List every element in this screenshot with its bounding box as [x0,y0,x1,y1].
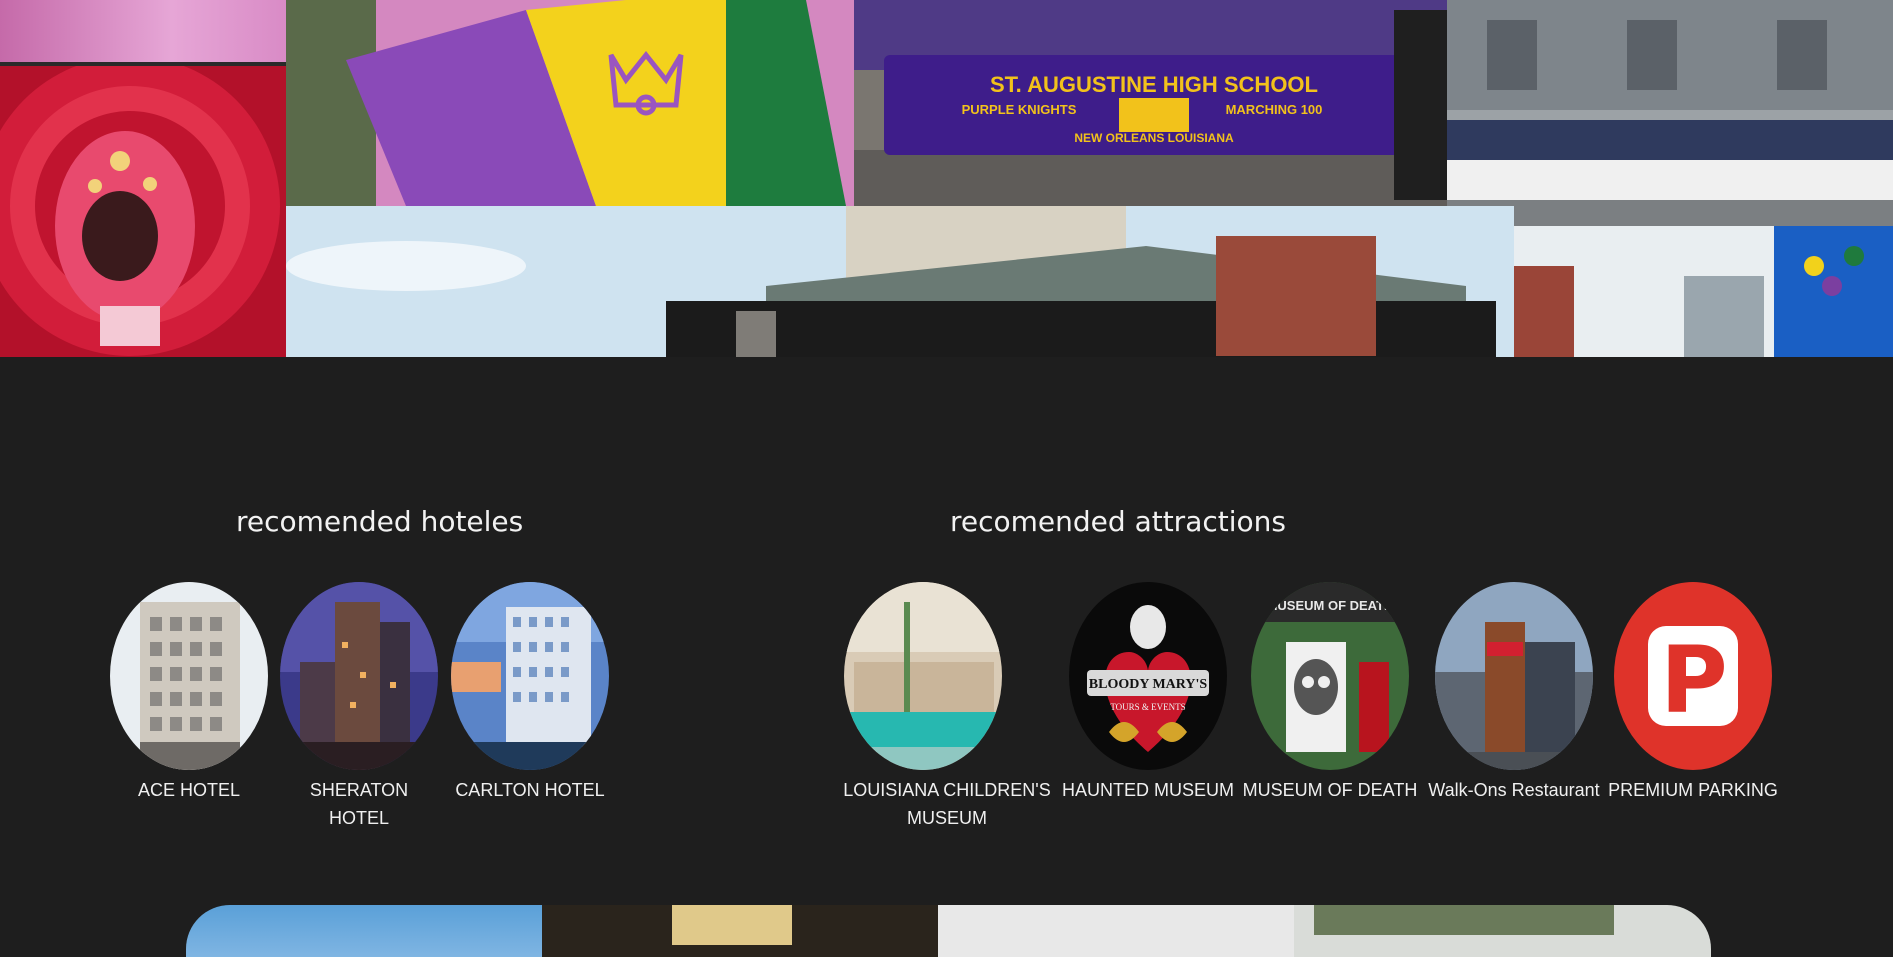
hotel-card-sheraton[interactable]: SHERATON HOTEL [280,582,438,832]
parking-logo[interactable]: P [1614,582,1772,770]
banner-right-text: MARCHING 100 [1226,102,1323,117]
sheraton-hotel-photo[interactable] [280,582,438,770]
hotel-card-ace[interactable]: ACE HOTEL [110,582,268,804]
childrens-museum-photo[interactable] [844,582,1002,770]
banner-bottom-text: NEW ORLEANS LOUISIANA [1074,131,1234,145]
attraction-card-walk-ons[interactable]: Walk-Ons Restaurant [1424,582,1604,804]
gallery-photo [938,905,1294,957]
military-parade-photo [1447,0,1893,226]
museum-sign-text: MUSEUM OF DEATH [1267,598,1394,613]
french-quarter-building-photo [286,206,1514,357]
attraction-label[interactable]: MUSEUM OF DEATH [1242,776,1418,804]
bottom-gallery-strip [186,905,1711,957]
attraction-card-museum-of-death[interactable]: MUSEUM OF DEATH MUSEUM OF DEATH [1242,582,1418,804]
attraction-card-haunted-museum[interactable]: BLOODY MARY'S TOURS & EVENTS HAUNTED MUS… [1060,582,1236,804]
bloody-marys-subtext: TOURS & EVENTS [1110,702,1185,712]
banner-left-text: PURPLE KNIGHTS [962,102,1077,117]
attraction-card-childrens-museum[interactable]: LOUISIANA CHILDREN'S MUSEUM [838,582,1056,832]
bloody-marys-text: BLOODY MARY'S [1089,677,1208,692]
ace-hotel-photo[interactable] [110,582,268,770]
museum-of-death-photo[interactable]: MUSEUM OF DEATH [1251,582,1409,770]
hero-collage: ST. AUGUSTINE HIGH SCHOOL PURPLE KNIGHTS… [0,0,1893,357]
attraction-label[interactable]: HAUNTED MUSEUM [1060,776,1236,804]
hotel-label[interactable]: CARLTON HOTEL [451,776,609,804]
mardi-gras-flag-photo [286,0,854,206]
gallery-photo [1294,905,1711,957]
gallery-photo [186,905,542,957]
pink-texture-photo [0,0,286,62]
recommended-hotels-heading: recomended hoteles [236,505,524,538]
carlton-hotel-photo[interactable] [451,582,609,770]
bloody-marys-logo[interactable]: BLOODY MARY'S TOURS & EVENTS [1069,582,1227,770]
hotel-label[interactable]: ACE HOTEL [110,776,268,804]
attraction-label[interactable]: LOUISIANA CHILDREN'S MUSEUM [838,776,1056,832]
parking-letter: P [1660,627,1727,734]
attraction-card-premium-parking[interactable]: P PREMIUM PARKING [1608,582,1778,804]
hotel-label[interactable]: SHERATON HOTEL [280,776,438,832]
mardi-gras-beads-photo [1514,226,1893,357]
gallery-photo [542,905,938,957]
marching-band-photo: ST. AUGUSTINE HIGH SCHOOL PURPLE KNIGHTS… [854,0,1447,206]
walk-ons-photo[interactable] [1435,582,1593,770]
attraction-label[interactable]: PREMIUM PARKING [1608,776,1778,804]
hotel-card-carlton[interactable]: CARLTON HOTEL [451,582,609,804]
recommended-attractions-heading: recomended attractions [950,505,1286,538]
mardi-gras-indian-photo [0,66,286,357]
banner-school-text: ST. AUGUSTINE HIGH SCHOOL [990,72,1318,97]
attraction-label[interactable]: Walk-Ons Restaurant [1424,776,1604,804]
